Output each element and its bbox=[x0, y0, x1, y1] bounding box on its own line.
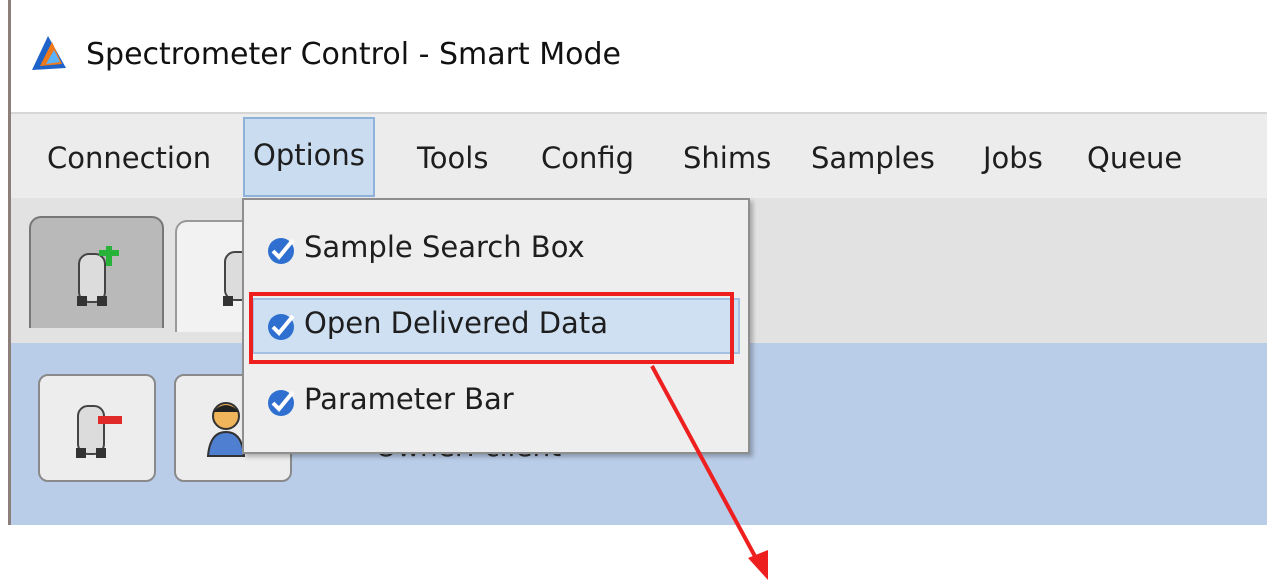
app-logo-icon bbox=[32, 36, 66, 70]
add-sample-icon bbox=[77, 246, 119, 306]
menu-queue[interactable]: Queue bbox=[1079, 136, 1190, 180]
menu-shims[interactable]: Shims bbox=[675, 136, 779, 180]
menu-jobs[interactable]: Jobs bbox=[975, 136, 1051, 180]
tab-add-sample[interactable] bbox=[29, 216, 164, 328]
menu-samples[interactable]: Samples bbox=[803, 136, 943, 180]
menu-item-sample-search-box[interactable]: Sample Search Box bbox=[252, 222, 740, 278]
user-icon bbox=[206, 402, 246, 457]
checkmark-icon bbox=[268, 238, 295, 264]
annotation-highlight-box bbox=[249, 292, 734, 364]
menu-tools[interactable]: Tools bbox=[409, 136, 496, 180]
checkmark-icon bbox=[268, 390, 295, 416]
remove-sample-icon bbox=[76, 405, 122, 458]
menu-options[interactable]: Options bbox=[243, 117, 375, 197]
menu-item-label: Parameter Bar bbox=[304, 382, 514, 416]
remove-sample-button[interactable] bbox=[38, 374, 156, 482]
menu-config[interactable]: Config bbox=[533, 136, 642, 180]
menu-bar: Connection Options Tools Config Shims Sa… bbox=[11, 112, 1267, 198]
window-title: Spectrometer Control - Smart Mode bbox=[86, 37, 621, 72]
menu-item-label: Sample Search Box bbox=[304, 230, 585, 264]
menu-connection[interactable]: Connection bbox=[39, 136, 219, 180]
menu-item-parameter-bar[interactable]: Parameter Bar bbox=[252, 374, 740, 430]
